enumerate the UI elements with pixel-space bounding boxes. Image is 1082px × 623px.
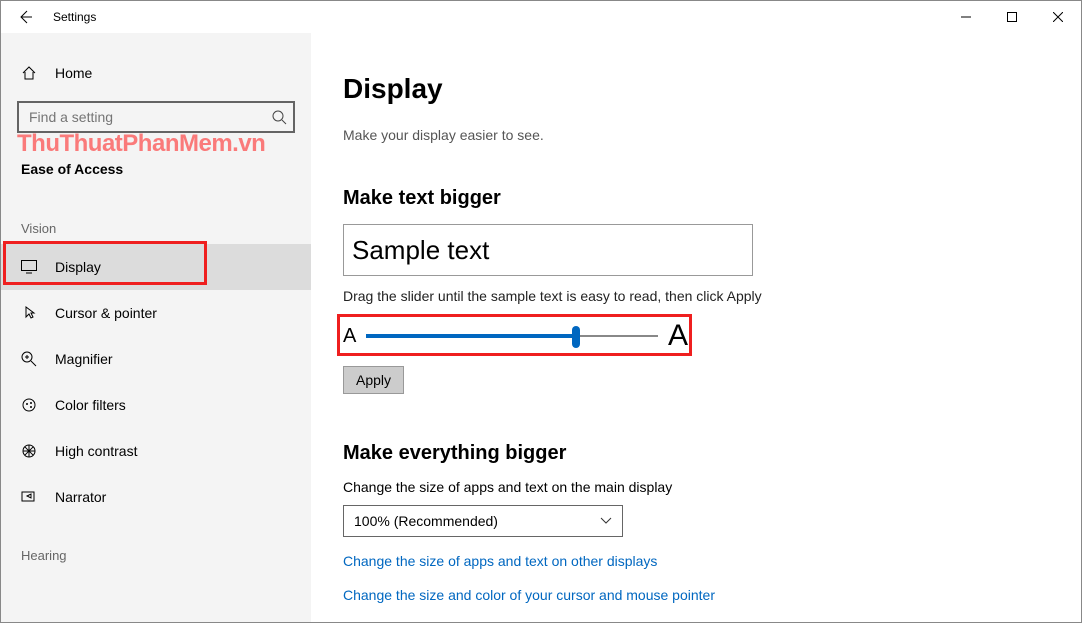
color-filters-icon <box>21 397 37 413</box>
slider-min-label: A <box>343 325 356 348</box>
sidebar-item-label: Narrator <box>55 489 106 505</box>
search-input[interactable] <box>19 103 293 131</box>
slider-max-label: A <box>668 319 688 353</box>
slider-track-fill <box>366 334 576 338</box>
link-other-displays[interactable]: Change the size of apps and text on othe… <box>343 553 1081 569</box>
narrator-icon <box>21 489 37 505</box>
close-icon <box>1053 12 1063 22</box>
slider-thumb[interactable] <box>572 326 580 348</box>
back-arrow-icon <box>17 9 33 25</box>
group-vision-label: Vision <box>1 193 311 244</box>
cursor-icon <box>21 305 37 321</box>
titlebar: Settings <box>1 1 1081 33</box>
section-make-everything-bigger-heading: Make everything bigger <box>343 442 1081 465</box>
chevron-down-icon <box>600 514 612 528</box>
category-title: Ease of Access <box>1 133 311 193</box>
slider-track[interactable] <box>366 334 658 338</box>
slider-help-text: Drag the slider until the sample text is… <box>343 288 1081 304</box>
window-title: Settings <box>53 10 96 24</box>
back-button[interactable] <box>1 1 49 33</box>
maximize-icon <box>1007 12 1017 22</box>
sidebar-item-display[interactable]: Display <box>1 244 311 290</box>
apply-button[interactable]: Apply <box>343 366 404 394</box>
sidebar-item-label: Magnifier <box>55 351 113 367</box>
slider-track-rest <box>576 335 658 337</box>
section2-subtitle: Change the size of apps and text on the … <box>343 479 1081 495</box>
group-hearing-label: Hearing <box>1 520 311 571</box>
maximize-button[interactable] <box>989 1 1035 33</box>
sidebar-item-label: High contrast <box>55 443 137 459</box>
home-icon <box>21 65 37 81</box>
high-contrast-icon <box>21 443 37 459</box>
scale-dropdown-value: 100% (Recommended) <box>354 513 498 529</box>
minimize-button[interactable] <box>943 1 989 33</box>
content-area: Display Make your display easier to see.… <box>311 33 1081 622</box>
link-cursor-pointer[interactable]: Change the size and color of your cursor… <box>343 587 1081 603</box>
search-icon <box>271 109 287 130</box>
page-subtitle: Make your display easier to see. <box>343 127 1081 143</box>
home-nav[interactable]: Home <box>1 55 311 91</box>
scale-dropdown[interactable]: 100% (Recommended) <box>343 505 623 537</box>
sidebar-item-narrator[interactable]: Narrator <box>1 474 311 520</box>
sidebar: Home ThuThuatPhanMem.vn Ease of Access V… <box>1 33 311 622</box>
sidebar-item-label: Display <box>55 259 101 275</box>
minimize-icon <box>961 12 971 22</box>
sidebar-item-label: Color filters <box>55 397 126 413</box>
page-title: Display <box>343 73 1081 105</box>
home-label: Home <box>55 65 92 81</box>
search-box[interactable] <box>17 101 295 133</box>
sidebar-item-magnifier[interactable]: Magnifier <box>1 336 311 382</box>
sidebar-item-high-contrast[interactable]: High contrast <box>1 428 311 474</box>
text-size-slider[interactable]: A A <box>343 316 688 356</box>
sidebar-item-color-filters[interactable]: Color filters <box>1 382 311 428</box>
close-button[interactable] <box>1035 1 1081 33</box>
section-make-text-bigger-heading: Make text bigger <box>343 187 1081 210</box>
sidebar-item-cursor[interactable]: Cursor & pointer <box>1 290 311 336</box>
display-icon <box>21 260 37 274</box>
sample-text-preview: Sample text <box>343 224 753 276</box>
magnifier-icon <box>21 351 37 367</box>
sidebar-item-label: Cursor & pointer <box>55 305 157 321</box>
